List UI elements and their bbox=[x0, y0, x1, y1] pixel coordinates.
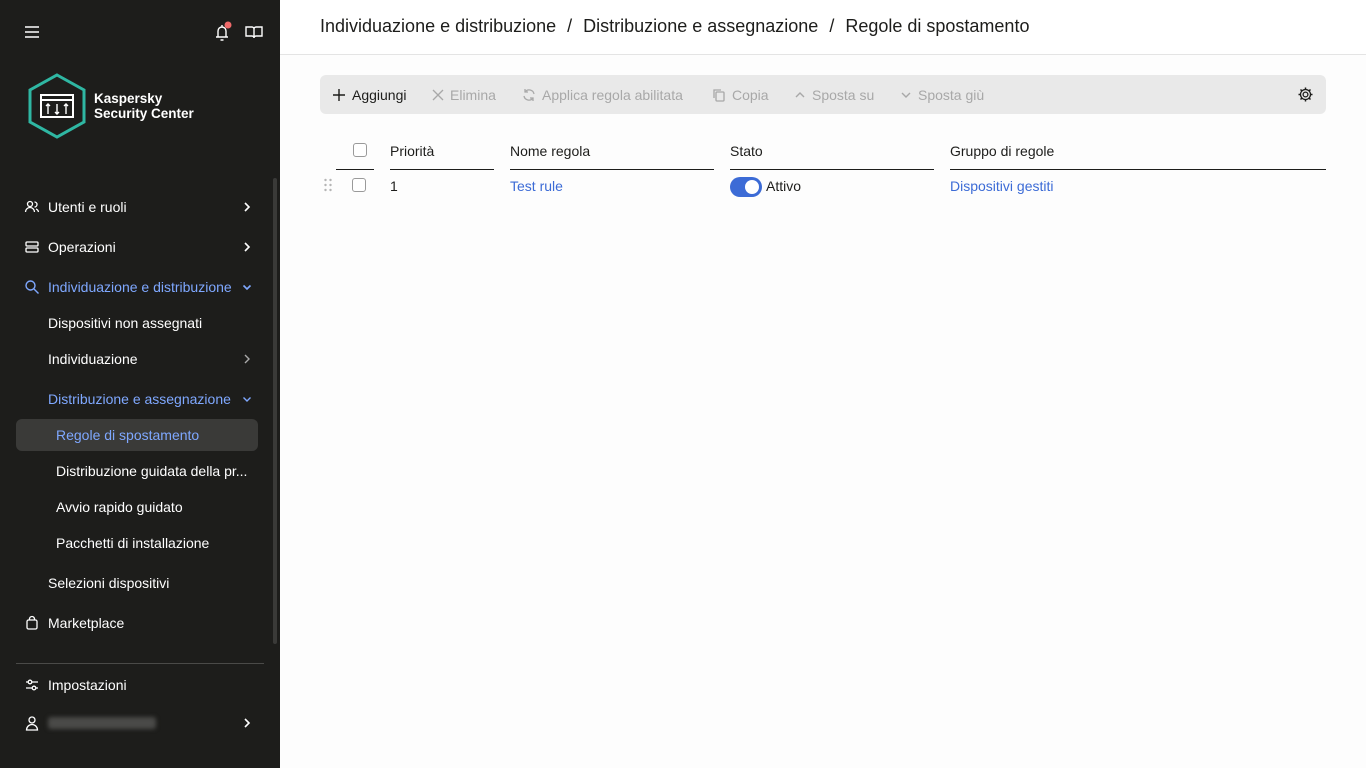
sidebar-item-utenti-e-ruoli[interactable]: Utenti e ruoli bbox=[0, 189, 270, 225]
column-header-priority[interactable]: Priorità bbox=[390, 133, 494, 170]
plus-icon bbox=[333, 88, 345, 101]
select-all-checkbox[interactable] bbox=[353, 143, 367, 157]
copy-button-label: Copia bbox=[732, 86, 769, 103]
sidebar-item-label: Regole di spostamento bbox=[56, 427, 200, 443]
sidebar-item-label: Dispositivi non assegnati bbox=[48, 315, 203, 331]
column-header-rule-group[interactable]: Gruppo di regole bbox=[950, 133, 1326, 170]
sidebar-item-label: Pacchetti di installazione bbox=[56, 535, 210, 551]
users-icon bbox=[24, 200, 40, 213]
add-button[interactable]: Aggiungi bbox=[332, 75, 407, 114]
apply-enabled-rule-button[interactable]: Applica regola abilitata bbox=[522, 75, 683, 114]
move-down-button[interactable]: Sposta giù bbox=[900, 75, 984, 114]
chevron-down-icon bbox=[243, 397, 251, 402]
sidebar-item-label: Impostazioni bbox=[48, 677, 127, 693]
sidebar-item-operazioni[interactable]: Operazioni bbox=[0, 229, 270, 265]
copy-icon bbox=[713, 88, 725, 102]
sidebar-item-label: Distribuzione guidata della pr... bbox=[56, 463, 248, 479]
breadcrumb: Individuazione e distribuzione / Distribuz… bbox=[320, 16, 1029, 37]
rule-group-link[interactable]: Dispositivi gestiti bbox=[950, 170, 1053, 202]
chevron-right-icon bbox=[244, 202, 251, 212]
sidebar-item-label: Selezioni dispositivi bbox=[48, 575, 170, 591]
breadcrumb-separator: / bbox=[567, 16, 573, 36]
move-down-button-label: Sposta giù bbox=[918, 86, 985, 103]
apply-enabled-rule-label: Applica regola abilitata bbox=[542, 86, 683, 103]
gear-icon[interactable] bbox=[1297, 86, 1314, 103]
chevron-right-icon bbox=[244, 718, 251, 728]
move-up-button-label: Sposta su bbox=[812, 86, 875, 103]
sidebar-item-individuazione-e-distribuzione[interactable]: Individuazione e distribuzione bbox=[0, 269, 270, 305]
page-header: Individuazione e distribuzione / Distribuz… bbox=[280, 0, 1366, 55]
close-icon bbox=[432, 89, 444, 100]
priority-cell: 1 bbox=[390, 178, 398, 194]
breadcrumb-item[interactable]: Distribuzione e assegnazione bbox=[583, 16, 818, 36]
sidebar: Kaspersky Security Center Utenti e ruoli… bbox=[0, 0, 280, 768]
server-icon bbox=[25, 241, 39, 253]
kaspersky-logo-icon bbox=[28, 73, 86, 139]
sliders-icon bbox=[26, 679, 38, 691]
sidebar-divider bbox=[16, 663, 264, 664]
sidebar-item-label: Distribuzione e assegnazione bbox=[48, 391, 231, 407]
chevron-up-icon bbox=[795, 91, 805, 97]
sidebar-item-label: Utenti e ruoli bbox=[48, 199, 127, 215]
rule-enabled-toggle[interactable] bbox=[730, 177, 762, 197]
shopping-bag-icon bbox=[26, 615, 38, 630]
sidebar-item-avvio-rapido-guidato[interactable]: Avvio rapido guidato bbox=[0, 489, 270, 525]
rule-name-link[interactable]: Test rule bbox=[510, 170, 563, 202]
toolbar: Aggiungi Elimina Applica regola abilitat… bbox=[320, 75, 1326, 114]
user-icon bbox=[25, 716, 39, 731]
breadcrumb-item[interactable]: Individuazione e distribuzione bbox=[320, 16, 556, 36]
sidebar-item-distribuzione-guidata[interactable]: Distribuzione guidata della pr... bbox=[0, 453, 270, 489]
sidebar-item-label: Avvio rapido guidato bbox=[56, 499, 183, 515]
sidebar-item-selezioni-dispositivi[interactable]: Selezioni dispositivi bbox=[0, 565, 270, 601]
copy-button[interactable]: Copia bbox=[712, 75, 769, 114]
column-header-state[interactable]: Stato bbox=[730, 133, 934, 170]
state-label: Attivo bbox=[766, 178, 802, 194]
chevron-right-icon bbox=[244, 354, 250, 364]
drag-handle-icon[interactable] bbox=[323, 178, 333, 192]
help-book-icon[interactable] bbox=[243, 21, 265, 43]
refresh-icon bbox=[523, 88, 535, 101]
sidebar-item-impostazioni[interactable]: Impostazioni bbox=[0, 667, 270, 703]
chevron-down-icon bbox=[901, 92, 911, 98]
brand-name: Kaspersky Security Center bbox=[94, 91, 194, 121]
blurred-username bbox=[48, 717, 156, 729]
sidebar-item-distribuzione-e-assegnazione[interactable]: Distribuzione e assegnazione bbox=[0, 381, 270, 417]
breadcrumb-current: Regole di spostamento bbox=[845, 16, 1030, 36]
brand-line-1: Kaspersky bbox=[94, 91, 163, 106]
breadcrumb-separator: / bbox=[829, 16, 835, 36]
kaspersky-logo[interactable]: Kaspersky Security Center bbox=[26, 73, 246, 139]
sidebar-item-label: Individuazione bbox=[48, 351, 138, 367]
chevron-right-icon bbox=[244, 242, 251, 252]
chevron-down-icon bbox=[242, 284, 252, 291]
sidebar-item-marketplace[interactable]: Marketplace bbox=[0, 605, 270, 641]
add-button-label: Aggiungi bbox=[352, 86, 407, 103]
row-checkbox[interactable] bbox=[352, 178, 366, 192]
sidebar-item-label: Individuazione e distribuzione bbox=[48, 279, 232, 295]
delete-button[interactable]: Elimina bbox=[432, 75, 496, 114]
sidebar-item-individuazione[interactable]: Individuazione bbox=[0, 341, 270, 377]
move-up-button[interactable]: Sposta su bbox=[794, 75, 874, 114]
brand-line-2: Security Center bbox=[94, 106, 194, 121]
sidebar-scrollbar[interactable] bbox=[273, 178, 277, 644]
delete-button-label: Elimina bbox=[450, 86, 496, 103]
column-header-rule-name[interactable]: Nome regola bbox=[510, 133, 714, 170]
sidebar-item-regole-di-spostamento[interactable]: Regole di spostamento bbox=[16, 419, 258, 451]
sidebar-top-bar bbox=[0, 0, 280, 64]
search-icon bbox=[25, 280, 39, 294]
notification-bell-icon[interactable] bbox=[211, 21, 233, 43]
sidebar-item-label: Operazioni bbox=[48, 239, 116, 255]
sidebar-item-pacchetti-di-installazione[interactable]: Pacchetti di installazione bbox=[0, 525, 270, 561]
sidebar-item-label: Marketplace bbox=[48, 615, 125, 631]
sidebar-item-dispositivi-non-assegnati[interactable]: Dispositivi non assegnati bbox=[0, 305, 270, 341]
select-all-header bbox=[336, 133, 374, 170]
hamburger-menu-icon[interactable] bbox=[22, 22, 42, 42]
